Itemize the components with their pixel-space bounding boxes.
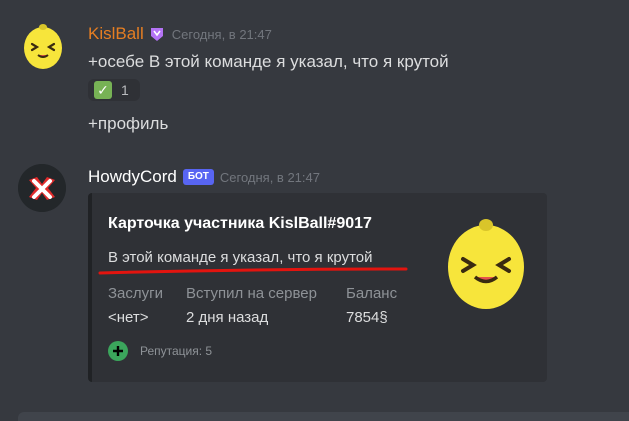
message-input-bar[interactable] bbox=[18, 412, 629, 421]
embed-field: Заслуги <нет> bbox=[108, 285, 163, 326]
lemon-face-icon[interactable] bbox=[443, 215, 529, 311]
field-name: Заслуги bbox=[108, 285, 164, 302]
message-text: +осебе В этой команде я указал, что я кр… bbox=[88, 52, 449, 71]
bot-tag: БОТ bbox=[182, 169, 214, 185]
username[interactable]: HowdyCord bbox=[88, 167, 177, 187]
field-value: <нет> bbox=[108, 309, 149, 326]
red-underline-annotation bbox=[98, 267, 408, 275]
lemon-face-icon[interactable] bbox=[22, 22, 64, 70]
reaction-count: 1 bbox=[121, 82, 129, 98]
message-header: HowdyCord БОТ Сегодня, в 21:47 bbox=[88, 167, 320, 187]
footer-text: Репутация: 5 bbox=[140, 344, 213, 358]
embed-field: Вступил на сервер 2 дня назад bbox=[186, 285, 317, 326]
chat-view: KislBall Сегодня, в 21:47 +осебе В этой … bbox=[0, 0, 629, 421]
reaction-button[interactable]: ✓ 1 bbox=[88, 79, 140, 101]
howdycord-x-icon[interactable] bbox=[18, 164, 66, 212]
member-card-embed: Карточка участника KislBall#9017 В этой … bbox=[88, 193, 547, 382]
embed-description: В этой команде я указал, что я крутой bbox=[108, 249, 373, 266]
embed-title: Карточка участника KislBall#9017 bbox=[108, 215, 372, 232]
field-value: 7854§ bbox=[346, 309, 388, 326]
timestamp: Сегодня, в 21:47 bbox=[171, 26, 272, 42]
username[interactable]: KislBall bbox=[88, 24, 144, 44]
check-mark-icon: ✓ bbox=[94, 81, 112, 99]
message-text: +профиль bbox=[88, 114, 169, 133]
field-name: Вступил на сервер bbox=[186, 285, 317, 302]
timestamp: Сегодня, в 21:47 bbox=[219, 169, 320, 185]
embed-field: Баланс 7854§ bbox=[346, 285, 397, 326]
nitro-badge-icon bbox=[148, 25, 166, 43]
field-value: 2 дня назад bbox=[186, 309, 269, 326]
message-header: KislBall Сегодня, в 21:47 bbox=[88, 24, 272, 44]
field-name: Баланс bbox=[346, 285, 398, 302]
green-plus-icon bbox=[108, 341, 128, 361]
embed-footer: Репутация: 5 bbox=[108, 341, 212, 361]
